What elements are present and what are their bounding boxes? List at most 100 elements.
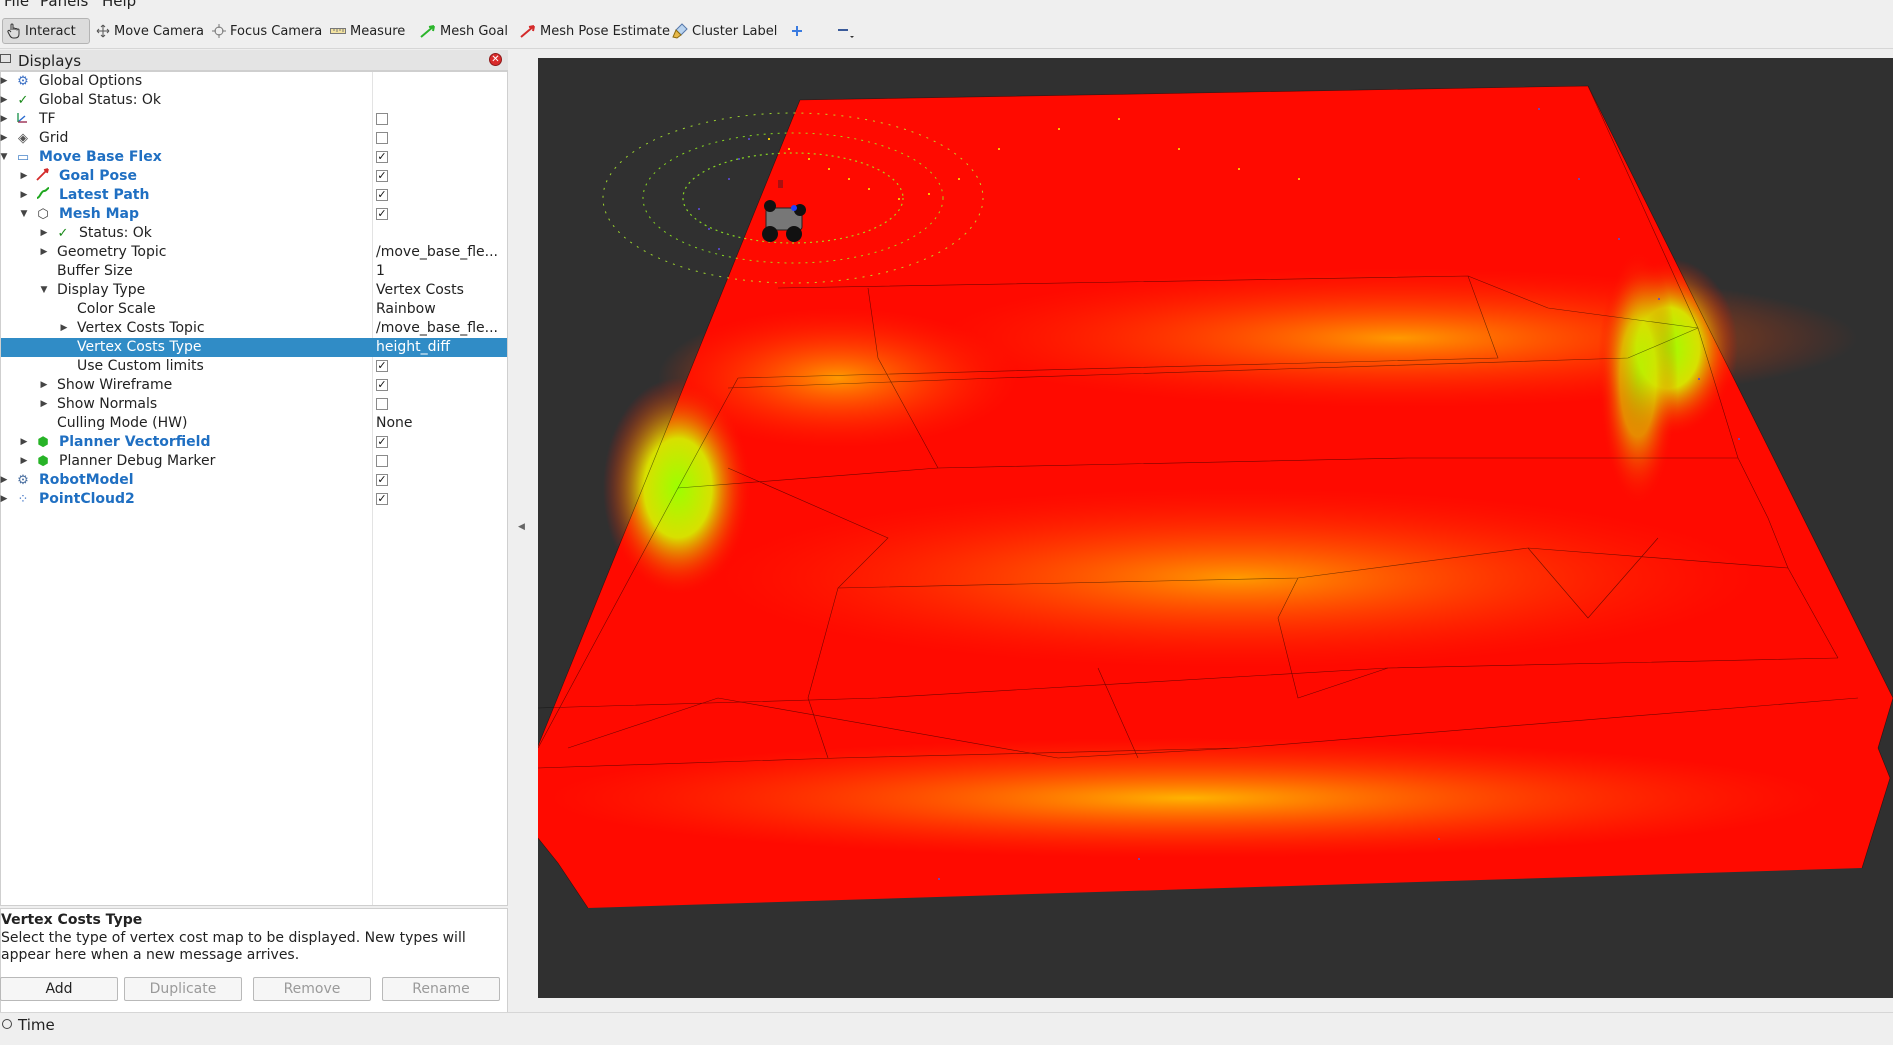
display-type-value[interactable]: Vertex Costs [376,281,504,300]
tree-row-global-options[interactable]: ▶ ⚙ Global Options [1,72,507,91]
expand-arrow-icon[interactable]: ▶ [19,452,29,471]
rename-display-button[interactable]: Rename [382,977,500,1001]
displays-panel: Displays ✕ ▶ ⚙ Global Options ▶ ✓ Global… [0,50,508,1016]
menu-file[interactable]: File [4,0,29,10]
expand-arrow-icon[interactable]: ▶ [39,243,49,262]
mesh-map-checkbox[interactable]: ✓ [376,208,388,220]
tree-row-vertex-costs-topic[interactable]: ▶ Vertex Costs Topic /move_base_fle... [1,319,507,338]
planner-debug-marker-checkbox[interactable] [376,455,388,467]
show-wireframe-checkbox[interactable]: ✓ [376,379,388,391]
low-cost-region [1598,248,1678,508]
use-custom-limits-checkbox[interactable]: ✓ [376,360,388,372]
expand-arrow-icon[interactable]: ▶ [39,376,49,395]
latest-path-checkbox[interactable]: ✓ [376,189,388,201]
toolbar: Interact Move Camera Focus Camera Measur… [0,12,1893,49]
tree-row-grid[interactable]: ▶ ◈ Grid [1,129,507,148]
measure-button[interactable]: Measure [326,18,409,44]
tree-row-use-custom-limits[interactable]: Use Custom limits ✓ [1,357,507,376]
menu-panels[interactable]: Panels [40,0,88,10]
geometry-topic-value[interactable]: /move_base_fle... [376,243,504,262]
close-panel-button[interactable]: ✕ [489,53,502,66]
mesh-goal-button[interactable]: Mesh Goal [416,18,512,44]
expand-arrow-icon[interactable]: ▶ [59,319,69,338]
tree-row-show-normals[interactable]: ▶ Show Normals [1,395,507,414]
mesh-pose-estimate-button[interactable]: Mesh Pose Estimate [516,18,674,44]
tree-row-move-base-flex[interactable]: ▼ ▭ Move Base Flex ✓ [1,148,507,167]
cluster-label-button[interactable]: Cluster Label [668,18,781,44]
show-normals-checkbox[interactable] [376,398,388,410]
expand-arrow-icon[interactable]: ▶ [19,186,29,205]
vertex-costs-type-value[interactable]: height_diff [376,338,504,357]
hand-cursor-icon [7,23,20,39]
tree-row-display-type[interactable]: ▼ Display Type Vertex Costs [1,281,507,300]
tree-row-global-status[interactable]: ▶ ✓ Global Status: Ok [1,91,507,110]
tree-row-buffer-size[interactable]: Buffer Size 1 [1,262,507,281]
mesh-map-render[interactable] [538,58,1893,998]
expand-arrow-icon[interactable]: ▶ [0,471,9,490]
grid-checkbox[interactable] [376,132,388,144]
tf-checkbox[interactable] [376,113,388,125]
tree-row-planner-vectorfield[interactable]: ▶ ⬢ Planner Vectorfield ✓ [1,433,507,452]
focus-camera-label: Focus Camera [230,23,323,39]
collapse-arrow-icon[interactable]: ▼ [39,281,49,300]
vertex-costs-topic-value[interactable]: /move_base_fle... [376,319,504,338]
interact-tool-button[interactable]: Interact [2,18,90,44]
planner-vectorfield-checkbox[interactable]: ✓ [376,436,388,448]
move-camera-button[interactable]: Move Camera [92,18,208,44]
expand-arrow-icon[interactable]: ▶ [0,91,9,110]
tree-label: Show Normals [57,396,158,412]
tree-row-pointcloud2[interactable]: ▶ ⁘ PointCloud2 ✓ [1,490,507,509]
expand-arrow-icon[interactable]: ▶ [39,395,49,414]
tree-row-mesh-status[interactable]: ▶ ✓ Status: Ok [1,224,507,243]
duplicate-display-button[interactable]: Duplicate [124,977,242,1001]
color-scale-value[interactable]: Rainbow [376,300,504,319]
add-display-button[interactable]: Add [0,977,118,1001]
remove-tool-button[interactable] [832,18,860,44]
move-base-flex-checkbox[interactable]: ✓ [376,151,388,163]
focus-camera-icon [212,24,226,38]
tree-row-latest-path[interactable]: ▶ Latest Path ✓ [1,186,507,205]
render-viewport[interactable] [538,58,1893,998]
expand-arrow-icon[interactable]: ▶ [0,490,9,509]
collapse-panel-handle[interactable]: ◀ [518,522,525,532]
expand-arrow-icon[interactable]: ▶ [0,129,9,148]
tree-row-mesh-map[interactable]: ▼ ⬡ Mesh Map ✓ [1,205,507,224]
robotmodel-checkbox[interactable]: ✓ [376,474,388,486]
add-tool-button[interactable] [786,18,808,44]
tree-row-planner-debug-marker[interactable]: ▶ ⬢ Planner Debug Marker [1,452,507,471]
tree-row-color-scale[interactable]: Color Scale Rainbow [1,300,507,319]
expand-arrow-icon[interactable]: ▶ [19,433,29,452]
collapse-arrow-icon[interactable]: ▼ [0,148,9,167]
tree-row-robotmodel[interactable]: ▶ ⚙ RobotModel ✓ [1,471,507,490]
collapse-arrow-icon[interactable]: ▼ [19,205,29,224]
tree-row-tf[interactable]: ▶ TF [1,110,507,129]
tree-label: Planner Vectorfield [59,434,211,450]
pointcloud2-checkbox[interactable]: ✓ [376,493,388,505]
expand-arrow-icon[interactable]: ▶ [39,224,49,243]
tree-row-show-wireframe[interactable]: ▶ Show Wireframe ✓ [1,376,507,395]
remove-display-button[interactable]: Remove [253,977,371,1001]
pointcloud-icon: ⁘ [17,492,29,507]
measure-label: Measure [350,23,406,39]
move-camera-icon [96,24,110,38]
menubar: File Panels Help [0,0,1893,10]
menu-help[interactable]: Help [102,0,136,10]
check-icon: ✓ [17,93,29,108]
goal-pose-checkbox[interactable]: ✓ [376,170,388,182]
tree-row-geometry-topic[interactable]: ▶ Geometry Topic /move_base_fle... [1,243,507,262]
tree-label: Planner Debug Marker [59,453,216,469]
check-icon: ✓ [57,226,69,241]
tree-label: PointCloud2 [39,491,135,507]
tree-label: Goal Pose [59,168,137,184]
tree-row-culling-mode[interactable]: Culling Mode (HW) None [1,414,507,433]
green-cube-icon: ⬢ [37,435,49,450]
expand-arrow-icon[interactable]: ▶ [0,110,9,129]
culling-mode-value[interactable]: None [376,414,504,433]
buffer-size-value[interactable]: 1 [376,262,504,281]
tree-row-vertex-costs-type[interactable]: Vertex Costs Type height_diff [1,338,507,357]
tree-row-goal-pose[interactable]: ▶ Goal Pose ✓ [1,167,507,186]
expand-arrow-icon[interactable]: ▶ [19,167,29,186]
expand-arrow-icon[interactable]: ▶ [0,72,9,91]
focus-camera-button[interactable]: Focus Camera [208,18,326,44]
monitor-icon [0,54,11,63]
